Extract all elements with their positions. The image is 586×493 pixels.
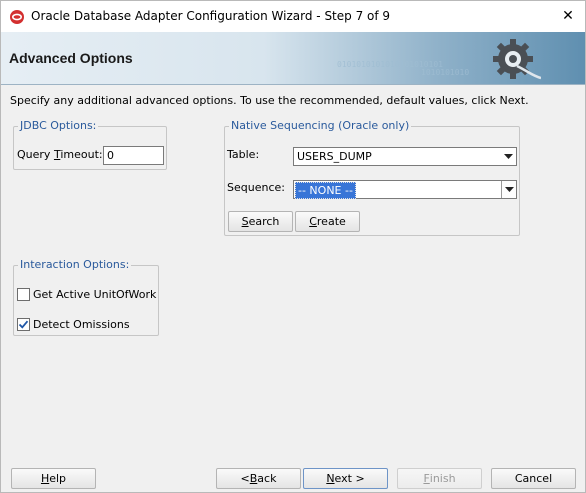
sequence-select-value: -- NONE -- <box>295 182 356 199</box>
detect-omissions-checkbox[interactable] <box>17 318 30 331</box>
query-timeout-label-pre: Query <box>17 148 54 161</box>
help-mnemonic: H <box>40 472 50 485</box>
next-button[interactable]: Next > <box>303 468 388 489</box>
help-button-label: elp <box>49 472 67 485</box>
wizard-window: Oracle Database Adapter Configuration Wi… <box>0 0 586 493</box>
get-active-unitofwork-checkbox[interactable] <box>17 288 30 301</box>
next-button-label: ext > <box>334 472 365 485</box>
header-banner: Advanced Options 0101010101010101010101 … <box>1 32 585 85</box>
page-title: Advanced Options <box>9 50 133 66</box>
window-title: Oracle Database Adapter Configuration Wi… <box>31 9 391 23</box>
native-sequencing-legend: Native Sequencing (Oracle only) <box>229 119 412 132</box>
cancel-button[interactable]: Cancel <box>491 468 576 489</box>
create-button[interactable]: Create <box>295 211 360 232</box>
close-icon[interactable]: ✕ <box>557 5 579 27</box>
search-mnemonic: S <box>241 215 249 228</box>
instruction-text: Specify any additional advanced options.… <box>10 94 529 107</box>
table-select[interactable]: USERS_DUMP <box>293 147 517 166</box>
back-button-label: ack <box>257 472 277 485</box>
back-button-arrow: < <box>240 472 250 485</box>
back-mnemonic: B <box>249 472 258 485</box>
table-label: Table: <box>227 148 260 161</box>
get-active-unitofwork-label[interactable]: Get Active UnitOfWork <box>33 288 156 301</box>
cancel-button-label: Cancel <box>514 472 553 485</box>
create-button-label: reate <box>316 215 346 228</box>
help-button[interactable]: Help <box>11 468 96 489</box>
chevron-down-icon[interactable] <box>501 148 516 165</box>
search-button-label: earch <box>248 215 280 228</box>
next-mnemonic: N <box>326 472 335 485</box>
gear-plug-icon <box>493 39 541 80</box>
jdbc-options-legend: JDBC Options: <box>18 119 99 132</box>
finish-button: Finish <box>397 468 482 489</box>
create-mnemonic: C <box>309 215 317 228</box>
query-timeout-label: Query Timeout: <box>17 148 103 161</box>
checkmark-icon <box>18 320 29 329</box>
table-select-value: USERS_DUMP <box>297 150 372 163</box>
interaction-options-legend: Interaction Options: <box>18 258 132 271</box>
chevron-down-icon[interactable] <box>501 181 516 198</box>
detect-omissions-label[interactable]: Detect Omissions <box>33 318 130 331</box>
oracle-app-icon <box>10 10 24 24</box>
query-timeout-field[interactable] <box>103 146 164 165</box>
banner-binary-text-2: 1010101010 <box>421 68 470 77</box>
search-button[interactable]: Search <box>228 211 293 232</box>
title-bar[interactable]: Oracle Database Adapter Configuration Wi… <box>1 1 585 32</box>
back-button[interactable]: < Back <box>216 468 301 489</box>
sequence-select[interactable]: -- NONE -- <box>293 180 517 199</box>
finish-button-label: inish <box>429 472 456 485</box>
sequence-label: Sequence: <box>227 181 285 194</box>
query-timeout-label-post: imeout: <box>60 148 103 161</box>
